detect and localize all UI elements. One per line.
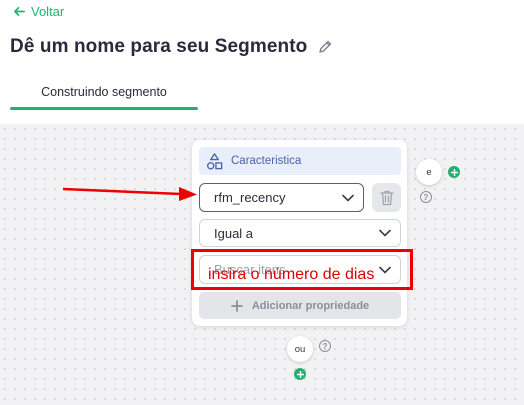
chevron-down-icon <box>379 229 391 237</box>
title-row: Dê um nome para seu Segmento <box>10 36 333 58</box>
back-link[interactable]: Voltar <box>13 4 64 19</box>
add-property-button[interactable]: Adicionar propriedade <box>199 292 401 319</box>
page-title: Dê um nome para seu Segmento <box>10 36 308 57</box>
delete-condition-button[interactable] <box>372 183 401 212</box>
tab-active-indicator <box>10 107 198 110</box>
annotation-arrow <box>63 187 197 201</box>
field-select-value: rfm_recency <box>214 190 286 205</box>
characteristic-header[interactable]: Caracteristica <box>199 147 401 175</box>
and-connector-button[interactable]: e <box>416 159 442 185</box>
help-icon[interactable]: ? <box>319 340 331 352</box>
plus-icon <box>296 370 304 378</box>
characteristic-label: Caracteristica <box>231 155 302 167</box>
operator-select[interactable]: Igual a <box>199 219 401 247</box>
help-icon[interactable]: ? <box>420 191 432 203</box>
add-and-button[interactable] <box>448 166 460 178</box>
pencil-icon[interactable] <box>317 39 333 55</box>
plus-icon <box>450 168 458 176</box>
arrow-left-icon <box>14 6 25 17</box>
plus-icon <box>230 299 243 312</box>
add-or-button[interactable] <box>294 368 306 380</box>
operator-select-value: Igual a <box>214 225 254 241</box>
back-label: Voltar <box>31 4 65 19</box>
trash-icon <box>379 190 394 205</box>
annotation-text: insira o número de dias <box>208 266 375 283</box>
field-select[interactable]: rfm_recency <box>199 183 364 212</box>
chevron-down-icon <box>342 194 354 202</box>
or-connector-button[interactable]: ou <box>287 336 313 362</box>
shapes-icon <box>206 152 223 169</box>
add-property-label: Adicionar propriedade <box>251 299 370 312</box>
